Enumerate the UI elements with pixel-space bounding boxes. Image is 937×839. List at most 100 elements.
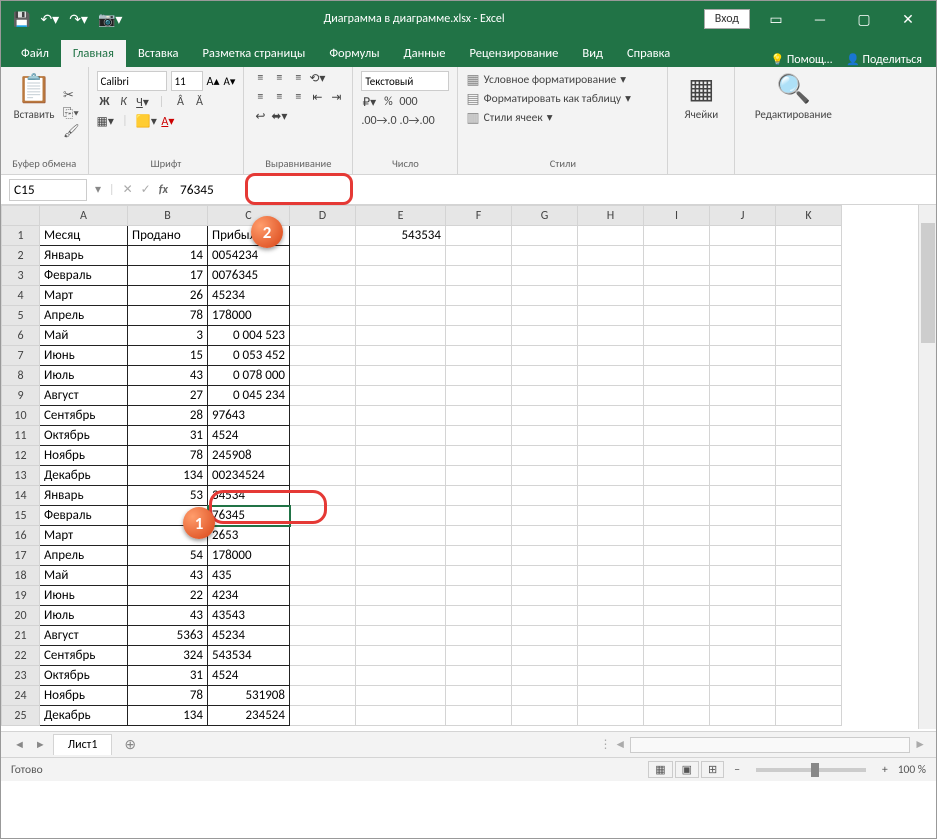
cell[interactable] [290, 466, 356, 486]
cell[interactable] [578, 406, 644, 426]
cell[interactable] [644, 546, 710, 566]
cell[interactable] [710, 306, 776, 326]
cell[interactable]: Октябрь [40, 426, 128, 446]
cell[interactable]: 78 [128, 686, 208, 706]
cell[interactable] [776, 306, 842, 326]
cell[interactable] [356, 706, 446, 726]
cell[interactable] [578, 546, 644, 566]
cell[interactable]: 76345 [208, 506, 290, 526]
cell[interactable]: 43543 [208, 606, 290, 626]
row-header[interactable]: 25 [2, 706, 40, 726]
decrease-decimal-icon[interactable]: .0→.00 [400, 114, 435, 128]
tab-help[interactable]: Справка [615, 40, 682, 67]
cell[interactable] [644, 346, 710, 366]
align-middle-icon[interactable]: ≡ [271, 71, 287, 86]
cell[interactable] [710, 286, 776, 306]
col-header-J[interactable]: J [710, 206, 776, 226]
cell[interactable] [512, 606, 578, 626]
cell[interactable] [512, 646, 578, 666]
cell[interactable]: Март [40, 286, 128, 306]
cell[interactable] [578, 426, 644, 446]
cell[interactable]: Апрель [40, 306, 128, 326]
cell[interactable] [776, 406, 842, 426]
cell[interactable] [290, 386, 356, 406]
cells-button[interactable]: ▦ Ячейки [676, 71, 726, 155]
cell[interactable] [776, 526, 842, 546]
cell[interactable]: Май [40, 566, 128, 586]
cell[interactable] [578, 346, 644, 366]
cell[interactable]: Январь [40, 486, 128, 506]
cell[interactable]: 27 [128, 386, 208, 406]
cell[interactable] [578, 666, 644, 686]
cell[interactable] [776, 626, 842, 646]
cell[interactable] [578, 306, 644, 326]
cell[interactable]: 78 [128, 306, 208, 326]
row-header[interactable]: 11 [2, 426, 40, 446]
cell[interactable] [776, 666, 842, 686]
cell[interactable] [710, 386, 776, 406]
cell[interactable] [512, 286, 578, 306]
cell[interactable]: Октябрь [40, 666, 128, 686]
cell[interactable]: 26 [128, 286, 208, 306]
cell[interactable] [710, 526, 776, 546]
cell[interactable] [446, 526, 512, 546]
cell[interactable] [776, 686, 842, 706]
cell[interactable] [578, 226, 644, 246]
enter-icon[interactable]: ✓ [141, 182, 151, 197]
cell[interactable] [290, 606, 356, 626]
tab-data[interactable]: Данные [392, 40, 458, 67]
cell[interactable] [446, 386, 512, 406]
cell[interactable] [512, 566, 578, 586]
cell[interactable]: 43 [128, 606, 208, 626]
cell[interactable] [512, 486, 578, 506]
cell[interactable] [578, 266, 644, 286]
percent-icon[interactable]: % [380, 95, 396, 110]
cell[interactable] [644, 466, 710, 486]
row-header[interactable]: 21 [2, 626, 40, 646]
cell[interactable] [446, 226, 512, 246]
cell[interactable] [446, 646, 512, 666]
row-header[interactable]: 18 [2, 566, 40, 586]
cell[interactable]: 97643 [208, 406, 290, 426]
cell[interactable] [776, 606, 842, 626]
cell[interactable] [644, 326, 710, 346]
tab-layout[interactable]: Разметка страницы [190, 40, 317, 67]
cell[interactable] [578, 286, 644, 306]
cell[interactable] [578, 566, 644, 586]
font-size-input[interactable] [171, 71, 203, 91]
cell[interactable] [644, 566, 710, 586]
cell[interactable]: 22 [128, 586, 208, 606]
spreadsheet-grid[interactable]: ABCDEFGHIJK1МесяцПроданоПрибыль5435342Ян… [1, 205, 936, 731]
cell[interactable]: Август [40, 626, 128, 646]
orientation-icon[interactable]: ⟲▾ [309, 71, 325, 86]
cell[interactable] [290, 706, 356, 726]
camera-icon[interactable]: 📷▾ [98, 11, 122, 28]
row-header[interactable]: 16 [2, 526, 40, 546]
cell[interactable]: Декабрь [40, 706, 128, 726]
cell[interactable]: Ноябрь [40, 446, 128, 466]
cell[interactable]: 0076345 [208, 266, 290, 286]
align-top-icon[interactable]: ≡ [252, 71, 268, 86]
view-layout-icon[interactable]: ▣ [675, 761, 699, 778]
cell[interactable] [446, 486, 512, 506]
shrink-font-icon[interactable]: A▾ [223, 75, 235, 88]
format-painter-icon[interactable]: 🖌 [63, 124, 80, 139]
cell[interactable] [644, 366, 710, 386]
cell[interactable] [644, 586, 710, 606]
sheet-tab[interactable]: Лист1 [53, 734, 113, 755]
cell[interactable] [290, 666, 356, 686]
cell[interactable]: Продано [128, 226, 208, 246]
cell[interactable] [776, 246, 842, 266]
cell[interactable] [356, 526, 446, 546]
conditional-formatting-button[interactable]: ▦Условное форматирование▾ [466, 71, 631, 88]
cell[interactable] [776, 326, 842, 346]
cell[interactable]: Февраль [40, 266, 128, 286]
italic-button[interactable]: К [116, 95, 132, 110]
cell[interactable]: 45234 [208, 626, 290, 646]
cell[interactable] [578, 466, 644, 486]
cell[interactable] [644, 606, 710, 626]
cell[interactable] [446, 326, 512, 346]
underline-button[interactable]: Ч▾ [135, 95, 151, 110]
maximize-icon[interactable]: ▢ [846, 11, 882, 28]
cell[interactable] [446, 666, 512, 686]
